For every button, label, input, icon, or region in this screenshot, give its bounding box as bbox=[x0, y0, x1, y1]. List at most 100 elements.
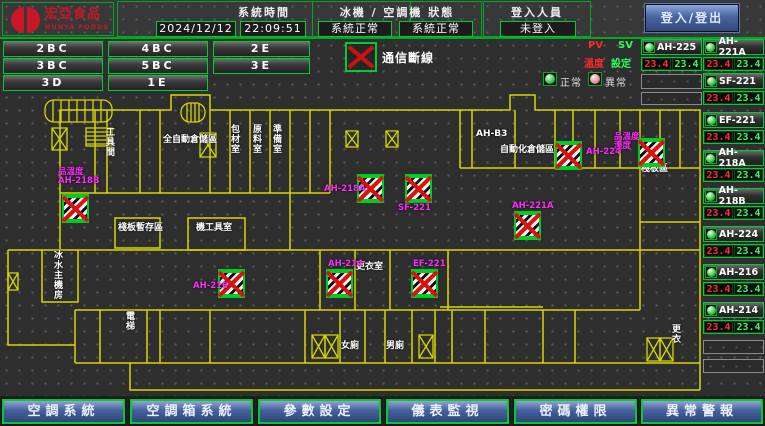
marker-label: AH-216 bbox=[193, 282, 228, 291]
room-label: 女廁 bbox=[341, 342, 359, 351]
abnormal-led-icon bbox=[588, 72, 602, 86]
pv-value: 23.4 bbox=[704, 283, 733, 295]
status-led bbox=[705, 266, 717, 278]
room-label: 更衣 bbox=[670, 324, 679, 344]
floor-button-2bc[interactable]: 2BC bbox=[3, 41, 103, 57]
pv-header: PV bbox=[588, 40, 603, 51]
ahu-fault-icon[interactable] bbox=[405, 174, 432, 203]
unit-ah-216[interactable]: AH-216 bbox=[703, 264, 764, 280]
hmi-screen: 工具間全自動倉儲區包材室原料室準備室AH-B3自動化倉儲區更衣室女廁男廁冰水主機… bbox=[0, 0, 765, 426]
unit-ah-224[interactable]: AH-224 bbox=[703, 226, 764, 242]
sv-value: 23.4 bbox=[734, 283, 763, 295]
nav-meter-monitor[interactable]: 儀表監視 bbox=[386, 399, 509, 424]
comm-loss-label: 通信斷線 bbox=[382, 49, 434, 66]
unit-sf-221[interactable]: SF-221 bbox=[703, 73, 764, 89]
nav-alarm[interactable]: 異常警報 bbox=[641, 399, 763, 424]
unit-ah-218b[interactable]: AH-218B bbox=[703, 188, 764, 204]
unit-values: 23.4 23.4 bbox=[703, 320, 764, 334]
login-user-display: 未登入 bbox=[500, 21, 576, 37]
pv-value: 23.4 bbox=[642, 58, 671, 70]
date-display: 2024/12/12 bbox=[156, 21, 236, 37]
normal-label: 正常 bbox=[560, 74, 582, 89]
empty-slot bbox=[703, 359, 764, 373]
room-label: 男廁 bbox=[386, 342, 404, 351]
sv-value: 23.4 bbox=[734, 92, 763, 104]
comm-loss-icon bbox=[345, 42, 377, 72]
unit-name-label: SF-221 bbox=[719, 76, 756, 87]
machine-status-label: 冰機 / 空調機 狀態 bbox=[313, 4, 481, 20]
unit-name-label: AH-218A bbox=[719, 147, 763, 169]
ahu-fault-icon[interactable] bbox=[514, 211, 541, 240]
ahu-fault-icon[interactable] bbox=[638, 138, 665, 167]
status-led bbox=[705, 41, 717, 53]
sv-value: 23.4 bbox=[734, 245, 763, 257]
unit-values: 23.4 23.4 bbox=[703, 206, 764, 220]
floor-button-3d[interactable]: 3D bbox=[3, 75, 103, 91]
status-led bbox=[705, 75, 717, 87]
unit-values: 23.4 23.4 bbox=[703, 57, 764, 71]
ahu-fault-icon[interactable] bbox=[555, 141, 582, 170]
empty-slot bbox=[641, 92, 702, 105]
unit-ef-221[interactable]: EF-221 bbox=[703, 112, 764, 128]
floor-button-5bc[interactable]: 5BC bbox=[108, 58, 208, 74]
time-display: 22:09:51 bbox=[240, 21, 306, 37]
unit-values: 23.4 23.4 bbox=[641, 57, 702, 71]
chiller-status: 系統正常 bbox=[318, 21, 392, 37]
unit-values: 23.4 23.4 bbox=[703, 130, 764, 144]
login-label: 登入人員 bbox=[484, 4, 590, 20]
floor-button-4bc[interactable]: 4BC bbox=[108, 41, 208, 57]
ac-status: 系統正常 bbox=[399, 21, 473, 37]
company-logo: 宏亞食品 HUNYA FOODS bbox=[2, 2, 114, 36]
floor-button-1e[interactable]: 1E bbox=[108, 75, 208, 91]
unit-ah-225[interactable]: AH-225 bbox=[641, 39, 702, 55]
nav-ahu-system[interactable]: 空調箱系統 bbox=[130, 399, 253, 424]
pv-value: 23.4 bbox=[704, 169, 733, 181]
empty-slot bbox=[703, 340, 764, 354]
floor-button-3bc[interactable]: 3BC bbox=[3, 58, 103, 74]
status-led bbox=[705, 228, 717, 240]
ahu-fault-icon[interactable] bbox=[62, 194, 89, 223]
sv-header: SV bbox=[618, 40, 633, 51]
normal-led-icon bbox=[543, 72, 557, 86]
unit-values: 23.4 23.4 bbox=[703, 91, 764, 105]
nav-password-auth[interactable]: 密碼權限 bbox=[514, 399, 637, 424]
unit-name-label: AH-221A bbox=[719, 36, 763, 58]
room-label: 自動化倉儲區 bbox=[500, 146, 554, 155]
unit-ah-218a[interactable]: AH-218A bbox=[703, 150, 764, 166]
pv-value: 23.4 bbox=[704, 58, 733, 70]
floor-button-2e[interactable]: 2E bbox=[213, 41, 310, 57]
marker-label: 品溫度溼度 bbox=[614, 133, 640, 152]
unit-name-label: AH-224 bbox=[719, 229, 758, 240]
unit-values: 23.4 23.4 bbox=[703, 282, 764, 296]
room-label: 工具間 bbox=[104, 127, 113, 157]
ahu-fault-icon[interactable] bbox=[326, 269, 353, 298]
login-logout-button[interactable]: 登入/登出 bbox=[645, 4, 739, 32]
pv-value: 23.4 bbox=[704, 321, 733, 333]
unit-ah-214[interactable]: AH-214 bbox=[703, 302, 764, 318]
marker-label: AH-214 bbox=[328, 260, 363, 269]
room-label: AH-B3 bbox=[476, 130, 507, 139]
logo-icon bbox=[11, 7, 41, 33]
status-led bbox=[643, 41, 655, 53]
room-label: 棧板暫存區 bbox=[118, 224, 163, 233]
abnormal-label: 異常 bbox=[605, 74, 627, 89]
nav-ac-system[interactable]: 空調系統 bbox=[2, 399, 125, 424]
room-label: 電梯 bbox=[124, 311, 133, 331]
marker-label: EF-221 bbox=[413, 260, 446, 269]
ahu-fault-icon[interactable] bbox=[411, 269, 438, 298]
nav-parameter-set[interactable]: 參數設定 bbox=[258, 399, 381, 424]
marker-label: AH-218A bbox=[324, 185, 366, 194]
sv-value: 23.4 bbox=[734, 131, 763, 143]
status-led bbox=[705, 304, 717, 316]
floor-button-3e[interactable]: 3E bbox=[213, 58, 310, 74]
unit-ah-221a[interactable]: AH-221A bbox=[703, 39, 764, 55]
login-section: 登入人員 未登入 bbox=[483, 1, 591, 37]
unit-name-label: AH-225 bbox=[657, 42, 696, 53]
unit-name-label: EF-221 bbox=[719, 115, 755, 126]
status-led bbox=[705, 152, 717, 164]
pv-value: 23.4 bbox=[704, 245, 733, 257]
marker-label: 品溫度AH-218B bbox=[58, 168, 99, 187]
pv-value: 23.4 bbox=[704, 131, 733, 143]
room-label: 全自動倉儲區 bbox=[163, 136, 217, 145]
marker-label: SF-221 bbox=[398, 204, 431, 213]
